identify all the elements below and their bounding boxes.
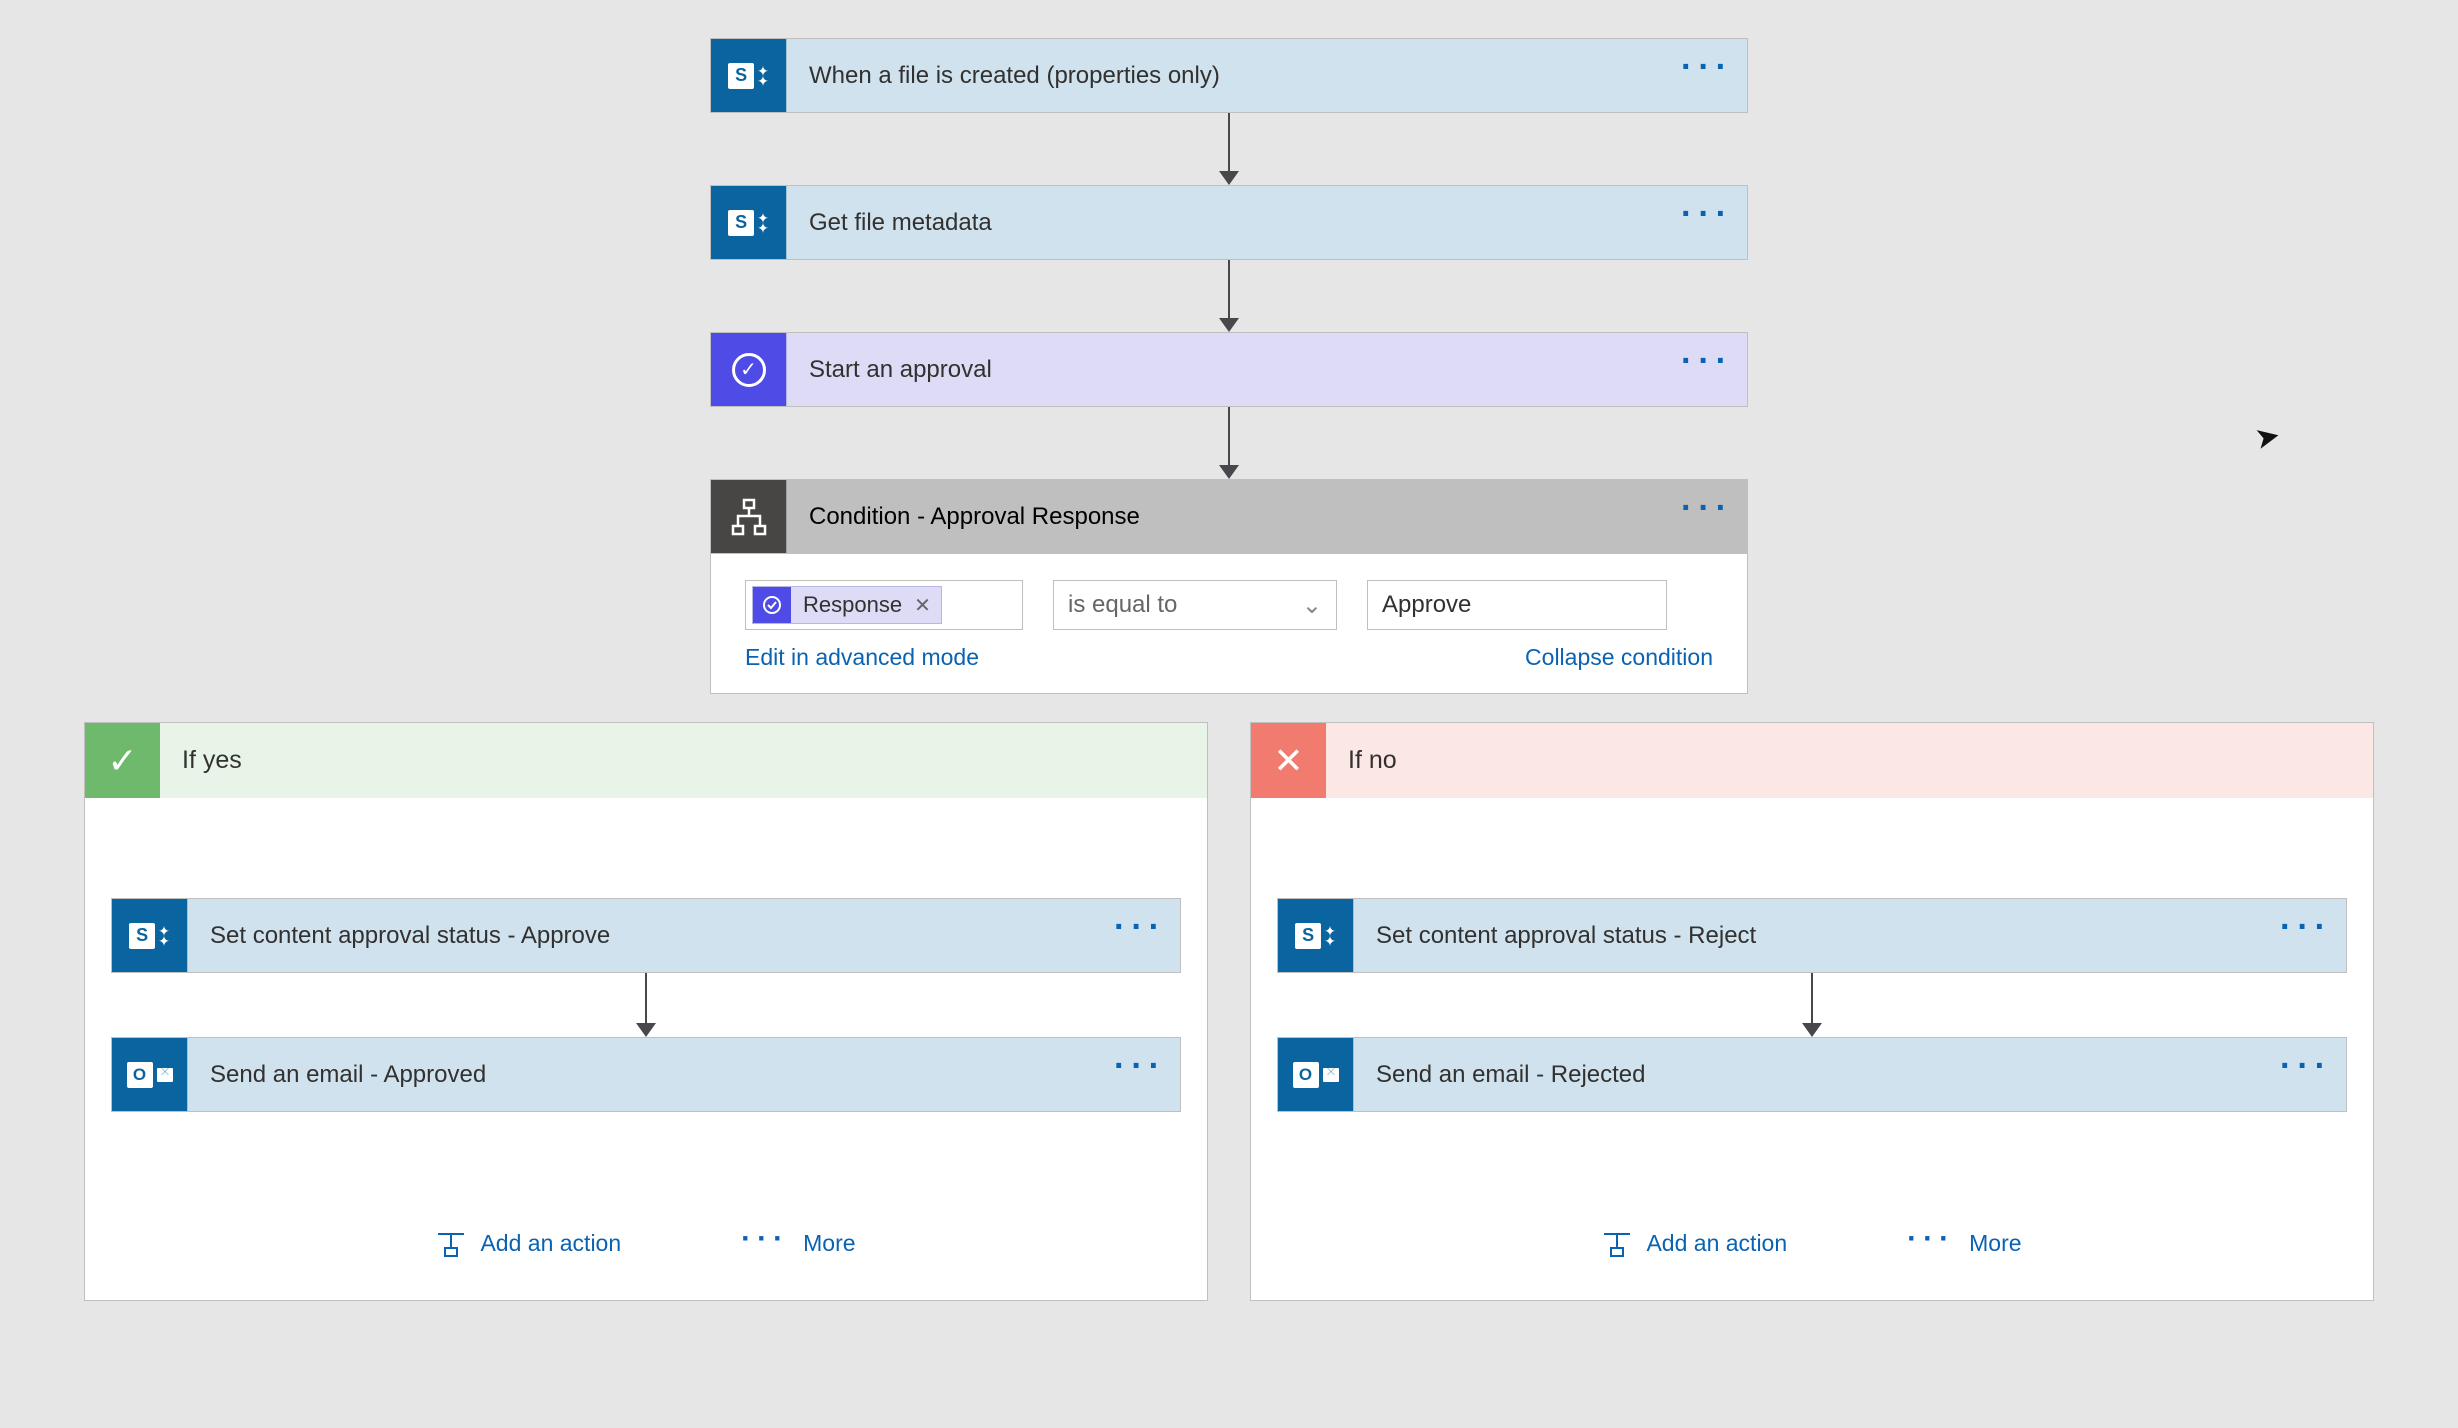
step-menu-button[interactable]: ··· [1667, 39, 1747, 112]
approval-icon: ✓ [711, 333, 786, 406]
sharepoint-icon: S✦✦ [711, 186, 786, 259]
condition-icon [711, 480, 786, 553]
branch-yes: ✓ If yes S✦✦ Set content approval status… [84, 722, 1208, 1301]
edit-advanced-mode-link[interactable]: Edit in advanced mode [745, 644, 979, 671]
set-content-approval-approve-step[interactable]: S✦✦ Set content approval status - Approv… [111, 898, 1181, 973]
step-menu-button[interactable]: ··· [1100, 899, 1180, 972]
sharepoint-icon: S✦✦ [1278, 899, 1353, 972]
sharepoint-icon: S✦✦ [711, 39, 786, 112]
branch-yes-header: ✓ If yes [85, 723, 1207, 798]
close-icon: ✕ [1251, 723, 1326, 798]
condition-body: Response ✕ is equal to ⌄ Approve Edit in… [710, 554, 1748, 694]
more-icon: ··· [741, 1222, 789, 1256]
condition-step[interactable]: Condition - Approval Response ··· [710, 479, 1748, 554]
send-email-approved-step[interactable]: O Send an email - Approved ··· [111, 1037, 1181, 1112]
condition-rhs-input[interactable]: Approve [1367, 580, 1667, 630]
step-title: Send an email - Approved [187, 1038, 1100, 1111]
step-menu-button[interactable]: ··· [2266, 899, 2346, 972]
value-text: Approve [1382, 591, 1471, 619]
token-label: Response [791, 592, 914, 618]
step-menu-button[interactable]: ··· [1667, 333, 1747, 406]
branch-no-header: ✕ If no [1251, 723, 2373, 798]
sharepoint-icon: S✦✦ [112, 899, 187, 972]
collapse-condition-link[interactable]: Collapse condition [1525, 644, 1713, 671]
step-menu-button[interactable]: ··· [1100, 1038, 1180, 1111]
approval-icon [753, 587, 791, 623]
step-title: Set content approval status - Approve [187, 899, 1100, 972]
step-title: When a file is created (properties only) [786, 39, 1667, 112]
add-action-button[interactable]: Add an action [436, 1228, 621, 1258]
set-content-approval-reject-step[interactable]: S✦✦ Set content approval status - Reject… [1277, 898, 2347, 973]
condition-lhs-input[interactable]: Response ✕ [745, 580, 1023, 630]
step-menu-button[interactable]: ··· [1667, 480, 1747, 553]
mouse-cursor-icon: ➤ [2252, 418, 2284, 457]
step-title: Start an approval [786, 333, 1667, 406]
condition-operator-select[interactable]: is equal to ⌄ [1053, 580, 1337, 630]
outlook-icon: O [1278, 1038, 1353, 1111]
token-remove-button[interactable]: ✕ [914, 593, 931, 618]
step-menu-button[interactable]: ··· [1667, 186, 1747, 259]
send-email-rejected-step[interactable]: O Send an email - Rejected ··· [1277, 1037, 2347, 1112]
more-button[interactable]: ··· More [1907, 1226, 2021, 1260]
branch-title: If no [1326, 746, 1397, 775]
flow-arrow [1228, 407, 1230, 479]
flow-arrow [645, 973, 647, 1037]
dynamic-content-token[interactable]: Response ✕ [752, 586, 942, 624]
add-action-icon [1602, 1228, 1632, 1258]
outlook-icon: O [112, 1038, 187, 1111]
chevron-down-icon: ⌄ [1302, 591, 1322, 620]
step-title: Send an email - Rejected [1353, 1038, 2266, 1111]
operator-value: is equal to [1068, 591, 1177, 619]
step-title: Set content approval status - Reject [1353, 899, 2266, 972]
step-title: Condition - Approval Response [786, 480, 1667, 553]
get-file-metadata-step[interactable]: S✦✦ Get file metadata ··· [710, 185, 1748, 260]
more-icon: ··· [1907, 1222, 1955, 1256]
flow-arrow [1228, 260, 1230, 332]
start-approval-step[interactable]: ✓ Start an approval ··· [710, 332, 1748, 407]
branch-title: If yes [160, 746, 242, 775]
add-action-icon [436, 1228, 466, 1258]
step-menu-button[interactable]: ··· [2266, 1038, 2346, 1111]
step-title: Get file metadata [786, 186, 1667, 259]
more-button[interactable]: ··· More [741, 1226, 855, 1260]
flow-arrow [1811, 973, 1813, 1037]
flow-arrow [1228, 113, 1230, 185]
check-icon: ✓ [85, 723, 160, 798]
add-action-button[interactable]: Add an action [1602, 1228, 1787, 1258]
branch-no: ✕ If no S✦✦ Set content approval status … [1250, 722, 2374, 1301]
trigger-step[interactable]: S✦✦ When a file is created (properties o… [710, 38, 1748, 113]
